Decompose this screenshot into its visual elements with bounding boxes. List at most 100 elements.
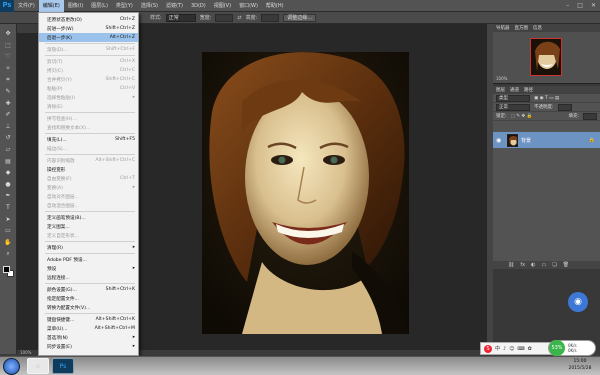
edit-menu-item[interactable]: 定义图案... (39, 222, 138, 231)
minimize-button[interactable]: – (566, 2, 569, 9)
edit-menu-item[interactable]: 操控变形 (39, 165, 138, 174)
edit-menu-item[interactable]: 定义画笔预设(B)... (39, 213, 138, 222)
menu-window[interactable]: 窗口(W) (235, 0, 262, 12)
layer-mask-icon[interactable]: ▭ (541, 262, 546, 268)
tab-paths[interactable]: 路径 (524, 87, 533, 93)
menu-item-shortcut: Shift+Ctrl+Z (105, 26, 135, 31)
tab-histogram[interactable]: 直方图 (515, 25, 529, 31)
portrait-photo (202, 52, 409, 334)
menu-3d[interactable]: 3D(D) (187, 0, 210, 12)
menu-type[interactable]: 类型(Y) (112, 0, 137, 12)
refine-edge-button[interactable]: 调整边缘... (283, 13, 317, 22)
ime-chinese-icon[interactable]: 中 (495, 345, 500, 352)
visibility-eye-icon[interactable]: ◉ (496, 137, 504, 144)
shape-tool-icon[interactable]: ▭ (3, 227, 13, 235)
edit-menu-item[interactable]: 同步设置(E) ▸ (39, 342, 138, 351)
brush-tool-icon[interactable]: ✐ (3, 111, 13, 119)
layer-name[interactable]: 背景 (521, 137, 531, 144)
healing-tool-icon[interactable]: ✚ (3, 100, 13, 108)
maximize-button[interactable]: □ (577, 2, 583, 9)
photoshop-taskbar-icon[interactable]: Ps (52, 358, 74, 374)
filter-icons[interactable]: ▣ ◉ T ▭ ▤ (534, 96, 559, 101)
edit-menu-item[interactable]: 预设 ▸ (39, 264, 138, 273)
menu-view[interactable]: 视图(V) (210, 0, 235, 12)
blend-mode-select[interactable]: 正常 (496, 103, 530, 111)
edit-menu-item[interactable]: 后退一步(K) Alt+Ctrl+Z (39, 33, 138, 42)
menu-file[interactable]: 文件(F) (14, 0, 39, 12)
sogou-ime-icon[interactable]: S (484, 344, 492, 353)
path-select-tool-icon[interactable]: ➤ (3, 216, 13, 224)
link-layers-icon[interactable]: ⛓ (508, 262, 514, 268)
zoom-readout[interactable]: 100% (20, 350, 31, 355)
blur-tool-icon[interactable]: ◆ (3, 169, 13, 177)
swap-icon[interactable]: ⇄ (237, 15, 241, 21)
edit-menu-item[interactable]: Adobe PDF 预设... (39, 255, 138, 264)
image-canvas[interactable] (202, 52, 409, 334)
gradient-tool-icon[interactable]: ▤ (3, 158, 13, 166)
crop-tool-icon[interactable]: ⌗ (3, 76, 13, 84)
stamp-tool-icon[interactable]: ⊥ (3, 123, 13, 131)
network-speed-widget[interactable]: 53% 0K/s 0K/s (548, 340, 596, 356)
ie-browser-icon[interactable]: e (27, 358, 49, 374)
menu-layer[interactable]: 图层(L) (87, 0, 112, 12)
edit-menu-item[interactable]: 转换为配置文件(V)... (39, 303, 138, 312)
hand-tool-icon[interactable]: ✋ (3, 239, 13, 247)
type-tool-icon[interactable]: T (3, 204, 13, 212)
foreground-color-swatch[interactable] (3, 266, 10, 273)
menu-image[interactable]: 图像(I) (64, 0, 87, 12)
edit-menu-item[interactable]: 还原状态更改(O) Ctrl+Z (39, 15, 138, 24)
navigator-thumbnail[interactable] (530, 38, 562, 76)
ime-keyboard-icon[interactable]: ⌨ (517, 346, 524, 352)
delete-layer-icon[interactable]: 🗑 (563, 262, 569, 268)
ime-skin-icon[interactable]: ✿ (528, 346, 532, 352)
tab-navigator[interactable]: 导航器 (496, 25, 510, 31)
layer-row-background[interactable]: ◉ 背景 🔒 (493, 132, 600, 148)
ime-emoji-icon[interactable]: ☺ (509, 346, 514, 352)
taskbar-clock[interactable]: 15:00 2015/5/28 (560, 358, 600, 372)
new-layer-icon[interactable]: ❏ (552, 262, 556, 268)
tab-info[interactable]: 信息 (533, 25, 542, 31)
lock-icons[interactable]: ⬚ ✎ ✥ 🔒 (511, 114, 533, 119)
opacity-input[interactable] (557, 103, 572, 111)
wifi-share-icon[interactable]: ◉ (568, 292, 588, 312)
adjustment-layer-icon[interactable]: ◐ (531, 262, 535, 268)
close-button[interactable]: ✕ (591, 2, 596, 9)
tab-channels[interactable]: 通道 (510, 87, 519, 93)
fill-label: 填充: (568, 114, 579, 119)
edit-menu-item[interactable]: 颜色设置(G)... Shift+Ctrl+K (39, 285, 138, 294)
edit-menu-item[interactable]: 清理(R) ▸ (39, 243, 138, 252)
layer-style-icon[interactable]: fx (520, 262, 525, 268)
tab-layers[interactable]: 图层 (496, 87, 505, 93)
start-button[interactable] (3, 358, 20, 375)
menu-edit[interactable]: 编辑(E) (38, 0, 64, 12)
edit-menu-item: 查找和替换文本(X)... (39, 123, 138, 132)
menu-help[interactable]: 帮助(H) (262, 0, 288, 12)
zoom-tool-icon[interactable]: ⌕ (3, 250, 13, 258)
ime-sound-icon[interactable]: ♪ (503, 346, 506, 352)
height-input[interactable] (261, 13, 280, 22)
menu-select[interactable]: 选择(S) (137, 0, 162, 12)
edit-menu-item[interactable]: 首选项(N) ▸ (39, 333, 138, 342)
move-tool-icon[interactable]: ✥ (3, 30, 13, 38)
width-input[interactable] (215, 13, 234, 22)
style-select[interactable]: 正常 (165, 13, 196, 22)
navigator-zoom[interactable]: 100% (496, 76, 507, 81)
marquee-tool-icon[interactable]: ⬚ (3, 42, 13, 50)
magic-wand-tool-icon[interactable]: ✧ (3, 65, 13, 73)
layer-filter-select[interactable]: 类型 (496, 94, 530, 102)
navigator-tabs: 导航器 直方图 信息 (493, 24, 600, 32)
edit-menu-item[interactable]: 菜单(U)... Alt+Shift+Ctrl+M (39, 324, 138, 333)
edit-menu-item[interactable]: 指定配置文件... (39, 294, 138, 303)
eyedropper-tool-icon[interactable]: ✎ (3, 88, 13, 96)
edit-menu-item[interactable]: 填充(L)... Shift+F5 (39, 135, 138, 144)
pen-tool-icon[interactable]: ✒ (3, 192, 13, 200)
lasso-tool-icon[interactable]: ➰ (3, 53, 13, 61)
menu-filter[interactable]: 滤镜(T) (162, 0, 187, 12)
edit-menu-item[interactable]: 前进一步(W) Shift+Ctrl+Z (39, 24, 138, 33)
edit-menu-item[interactable]: 远程连接... (39, 273, 138, 282)
edit-menu-item[interactable]: 键盘快捷键... Alt+Shift+Ctrl+K (39, 315, 138, 324)
fill-input[interactable] (583, 112, 597, 120)
dodge-tool-icon[interactable]: ● (3, 181, 13, 189)
eraser-tool-icon[interactable]: ▱ (3, 146, 13, 154)
history-brush-tool-icon[interactable]: ↺ (3, 134, 13, 142)
